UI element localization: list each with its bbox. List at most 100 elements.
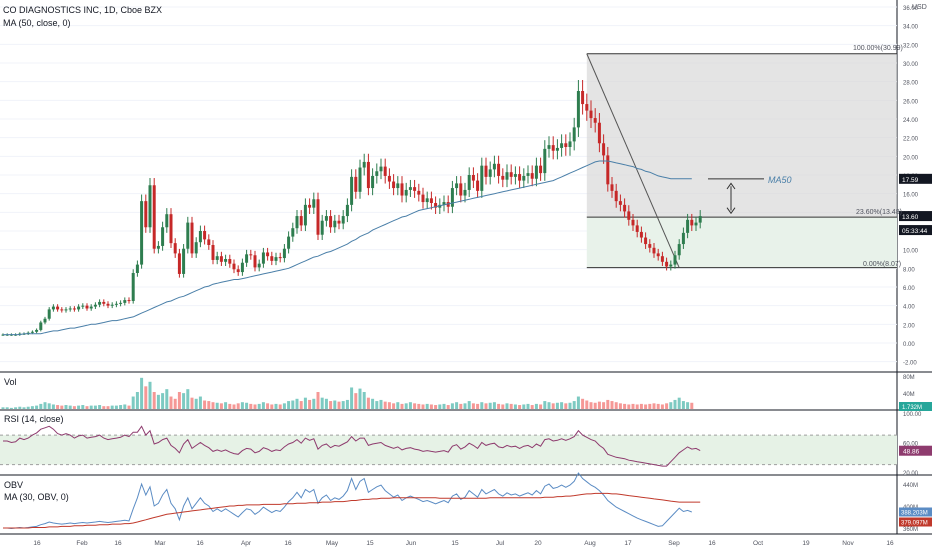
candle-body <box>673 255 677 265</box>
rsi-band <box>0 435 897 465</box>
candle-body <box>375 171 379 176</box>
volume-bar <box>98 405 102 409</box>
volume-bar <box>564 403 568 409</box>
volume-bar <box>673 399 677 409</box>
candle-body <box>35 329 39 332</box>
candle-body <box>551 145 555 151</box>
candle-body <box>602 143 606 156</box>
volume-bar <box>560 402 564 409</box>
candle-body <box>127 300 131 302</box>
volume-bar <box>333 400 337 409</box>
volume-bar <box>228 403 232 409</box>
candle-body <box>564 143 568 147</box>
volume-bar <box>56 405 60 409</box>
candle-body <box>161 227 165 246</box>
time-tick-label: 15 <box>366 540 374 547</box>
volume-bar <box>341 401 345 409</box>
volume-bar <box>459 403 463 409</box>
volume-bar <box>177 392 181 409</box>
candle-body <box>341 216 345 224</box>
volume-bar <box>392 403 396 409</box>
candle-body <box>681 232 685 245</box>
volume-bar <box>266 403 270 409</box>
volume-bar <box>648 403 652 409</box>
volume-bar <box>131 396 135 409</box>
candle-body <box>110 304 114 306</box>
candle-body <box>253 255 257 268</box>
candle-body <box>408 187 412 190</box>
volume-bar <box>614 402 618 409</box>
candle-body <box>543 148 547 174</box>
candle-body <box>593 118 597 123</box>
candle-body <box>148 185 152 228</box>
volume-bar <box>291 400 295 409</box>
volume-bar <box>505 403 509 409</box>
candle-body <box>627 211 631 220</box>
obv-label: OBV <box>4 480 23 490</box>
candle-body <box>93 304 97 307</box>
volume-bar <box>161 393 165 409</box>
volume-bar <box>35 405 39 409</box>
volume-bar <box>366 397 370 409</box>
volume-bar <box>484 403 488 409</box>
candle-body <box>455 183 459 189</box>
candle-body <box>224 259 228 262</box>
volume-bar <box>198 396 202 409</box>
time-tick-label: 16 <box>196 540 204 547</box>
time-tick-label: 16 <box>284 540 292 547</box>
volume-bar <box>245 402 249 409</box>
candle-body <box>509 172 513 177</box>
volume-bar <box>677 397 681 409</box>
volume-bar <box>169 396 173 409</box>
candle-body <box>207 239 211 245</box>
time-tick-label: Sep <box>668 540 680 547</box>
volume-bar <box>547 402 551 409</box>
candle-body <box>589 110 593 119</box>
volume-bar <box>127 405 131 409</box>
volume-bar <box>568 402 572 409</box>
obv-badge-text: 388.203M <box>901 510 928 516</box>
volume-bar <box>518 405 522 409</box>
time-tick-label: May <box>326 540 339 547</box>
volume-bar <box>438 404 442 409</box>
price-tick-label: 22.00 <box>903 137 919 143</box>
candle-body <box>505 172 509 180</box>
volume-bar <box>72 406 76 409</box>
volume-bar <box>329 401 333 409</box>
volume-bar <box>14 407 18 409</box>
candle-body <box>547 145 551 149</box>
volume-bar <box>480 402 484 409</box>
price-tick-label: 28.00 <box>903 81 919 87</box>
time-tick-label: 17 <box>624 540 632 547</box>
price-tick-label: 34.00 <box>903 25 919 31</box>
volume-bar <box>492 402 496 409</box>
volume-bar <box>257 403 261 409</box>
volume-bar <box>408 402 412 409</box>
price-tick-label: 24.00 <box>903 118 919 124</box>
volume-bar <box>39 403 43 409</box>
volume-bar <box>446 405 450 409</box>
volume-bar <box>606 399 610 409</box>
volume-bar <box>299 401 303 409</box>
volume-bar <box>354 393 358 409</box>
volume-bar <box>690 402 694 409</box>
volume-bar <box>417 403 421 409</box>
fib-upper-zone <box>586 53 897 218</box>
ma-legend: MA (50, close, 0) <box>3 18 71 28</box>
volume-bar <box>77 405 81 409</box>
candle-body <box>30 331 34 333</box>
candle-body <box>614 190 618 202</box>
volume-bar <box>530 405 534 409</box>
volume-bar <box>51 404 55 409</box>
candle-body <box>396 183 400 189</box>
volume-bar <box>207 401 211 409</box>
candle-body <box>68 308 72 310</box>
volume-bar <box>324 398 328 409</box>
volume-bar <box>85 406 89 409</box>
vol-label: Vol <box>4 377 17 387</box>
price-tick-label: 0.00 <box>903 342 915 348</box>
volume-bar <box>581 398 585 409</box>
time-tick-label: 16 <box>886 540 894 547</box>
candle-body <box>492 163 496 170</box>
candle-body <box>182 248 186 274</box>
